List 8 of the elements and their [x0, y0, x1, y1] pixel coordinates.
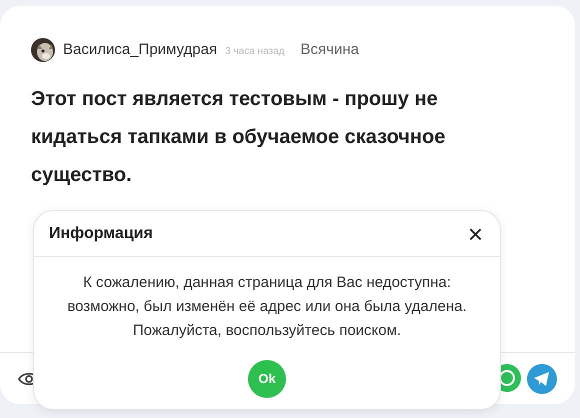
dialog-message: К сожалению, данная страница для Вас недоступна: возможно, был изменён её адрес или она была удалена. Пожалуйста, воспользуйтесь поиском.	[66, 273, 468, 341]
dialog-title: Информация	[49, 224, 153, 244]
author-link[interactable]: Василиса_Примудрая	[63, 38, 218, 62]
close-button[interactable]: ×	[466, 220, 485, 246]
category-link[interactable]: Всячина	[300, 38, 359, 62]
post-time: 3 часа назад	[225, 45, 284, 59]
telegram-icon[interactable]	[527, 364, 557, 394]
post-title: Этот пост является тестовым - прошу не кидаться тапками в обучаемое сказочное существо.	[31, 87, 446, 188]
